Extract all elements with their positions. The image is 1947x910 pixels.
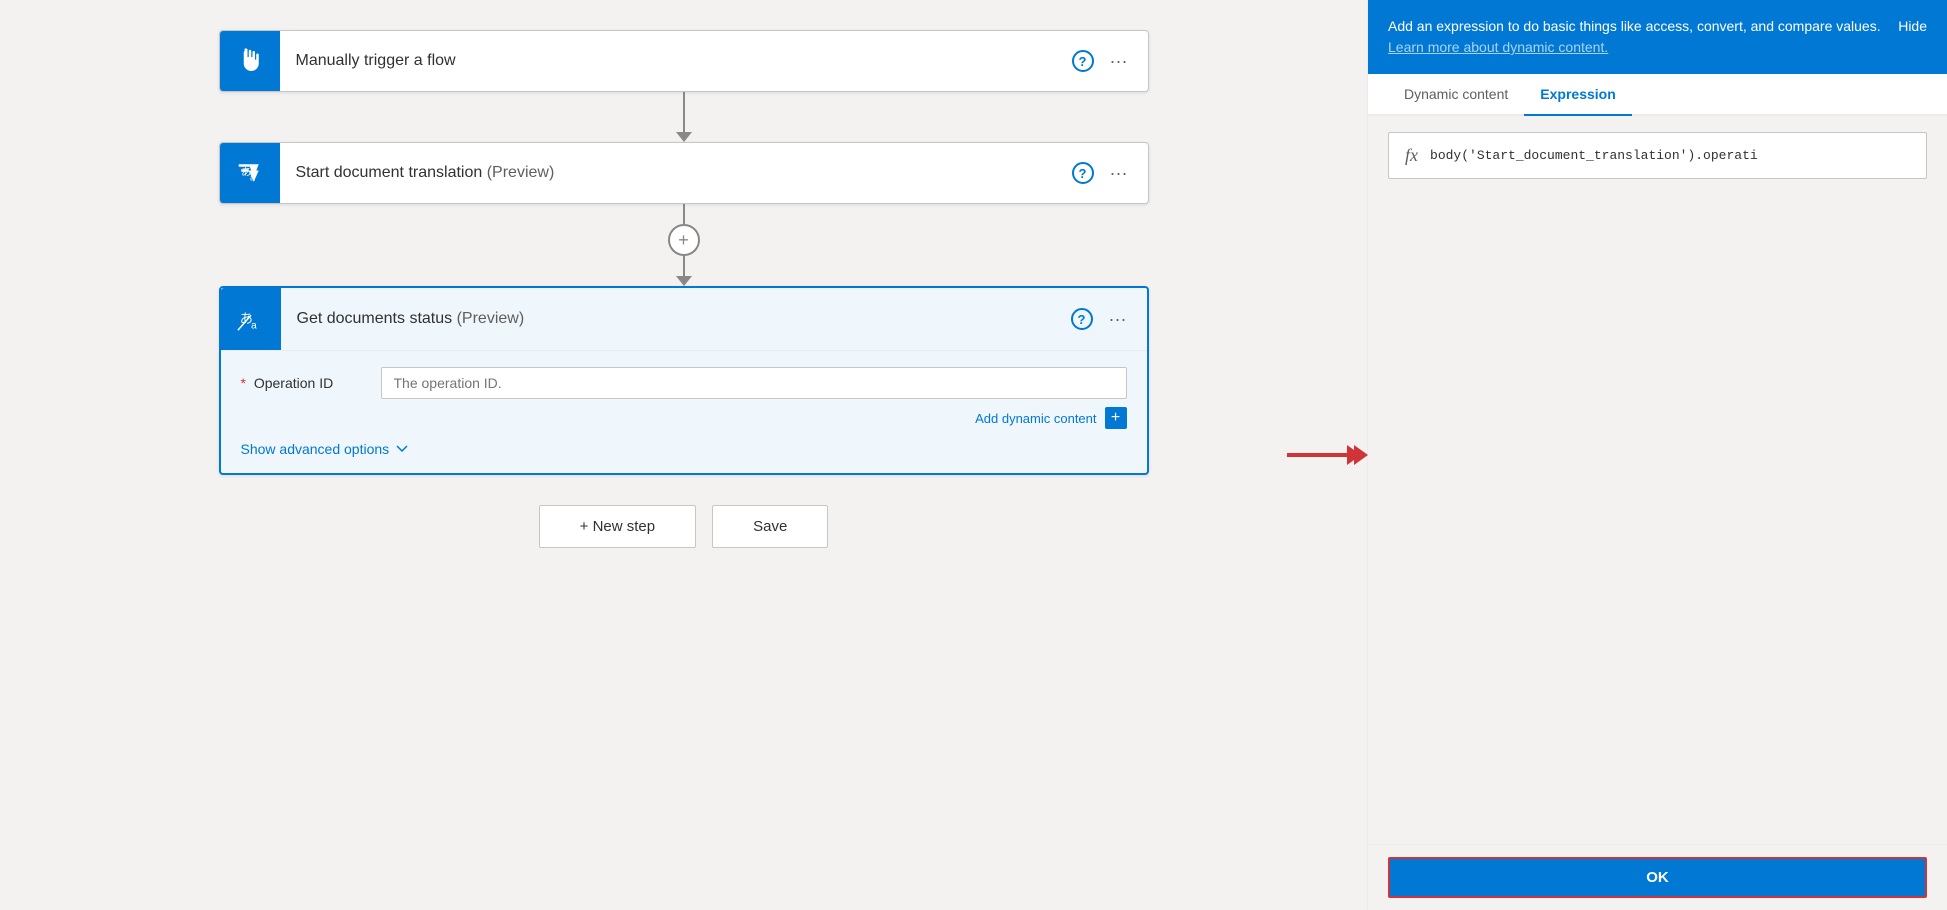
card-status: あ a Get documents status (Preview) ? ··· [219,286,1149,475]
trigger-help-icon[interactable]: ? [1072,50,1094,72]
translate-help-icon[interactable]: ? [1072,162,1094,184]
card-trigger-header: Manually trigger a flow [280,31,1072,91]
ok-btn[interactable]: OK [1388,857,1927,898]
operation-id-input[interactable] [381,367,1127,399]
panel-header-text: Add an expression to do basic things lik… [1388,16,1890,58]
add-line-bottom [683,256,685,276]
connector-arrow-1 [676,132,692,142]
card-translate: あ a Start document translation (Preview)… [219,142,1149,204]
card-translate-header: Start document translation (Preview) [280,143,1072,203]
right-panel: Add an expression to do basic things lik… [1367,0,1947,910]
card-trigger: Manually trigger a flow ? ··· [219,30,1149,92]
hide-panel-btn[interactable]: Hide [1898,16,1927,58]
arrow-head [1354,445,1368,465]
dynamic-content-row: Add dynamic content + [381,407,1127,429]
operation-id-row: * Operation ID [241,367,1127,399]
status-icon-bg: あ a [221,288,281,350]
required-asterisk: * [241,375,246,391]
card-status-body: * Operation ID Add dynamic content + Sho… [221,350,1147,473]
main-canvas: Manually trigger a flow ? ··· あ a Start … [0,0,1367,910]
add-dynamic-content-link[interactable]: Add dynamic content [975,411,1096,426]
card-translate-title: Start document translation (Preview) [296,164,1056,182]
expression-value[interactable]: body('Start_document_translation').opera… [1430,148,1910,163]
operation-id-label: * Operation ID [241,367,361,391]
card-status-header: Get documents status (Preview) [281,288,1071,350]
fx-icon: fx [1405,145,1418,166]
new-step-btn[interactable]: + New step [539,505,696,548]
add-dynamic-plus-btn[interactable]: + [1105,407,1127,429]
translate-more-btn[interactable]: ··· [1106,159,1132,188]
trigger-more-btn[interactable]: ··· [1106,47,1132,76]
add-connector: + [668,204,700,286]
panel-footer: OK [1368,844,1947,910]
translate-icon-2: あ a [236,304,266,334]
card-trigger-actions: ? ··· [1072,31,1148,91]
translate-icon-bg-1: あ a [220,143,280,203]
card-trigger-title: Manually trigger a flow [296,52,1056,70]
status-more-btn[interactable]: ··· [1105,305,1131,334]
panel-body: fx body('Start_document_translation').op… [1368,116,1947,844]
svg-text:a: a [251,320,257,331]
panel-tabs: Dynamic content Expression [1368,74,1947,116]
hand-icon [235,46,265,76]
connector-1 [676,92,692,142]
save-btn[interactable]: Save [712,505,828,548]
svg-text:a: a [250,173,255,183]
card-status-title: Get documents status (Preview) [297,310,1055,328]
add-step-btn[interactable]: + [668,224,700,256]
connector-line-1 [683,92,685,132]
arrow-line [1292,453,1354,457]
status-help-icon[interactable]: ? [1071,308,1093,330]
show-advanced-options[interactable]: Show advanced options [241,441,1127,457]
learn-more-link[interactable]: Learn more about dynamic content. [1388,39,1608,55]
expression-box: fx body('Start_document_translation').op… [1388,132,1927,179]
chevron-down-icon [395,442,409,456]
red-arrow-overlay [1292,445,1368,465]
trigger-icon-bg [220,31,280,91]
translate-icon-1: あ a [235,158,265,188]
tab-dynamic-content[interactable]: Dynamic content [1388,74,1524,114]
bottom-actions: + New step Save [539,505,829,548]
tab-expression[interactable]: Expression [1524,74,1631,114]
card-status-actions: ? ··· [1071,288,1147,350]
add-line-top [683,204,685,224]
panel-header: Add an expression to do basic things lik… [1368,0,1947,74]
add-connector-arrow [676,276,692,286]
card-translate-actions: ? ··· [1072,143,1148,203]
